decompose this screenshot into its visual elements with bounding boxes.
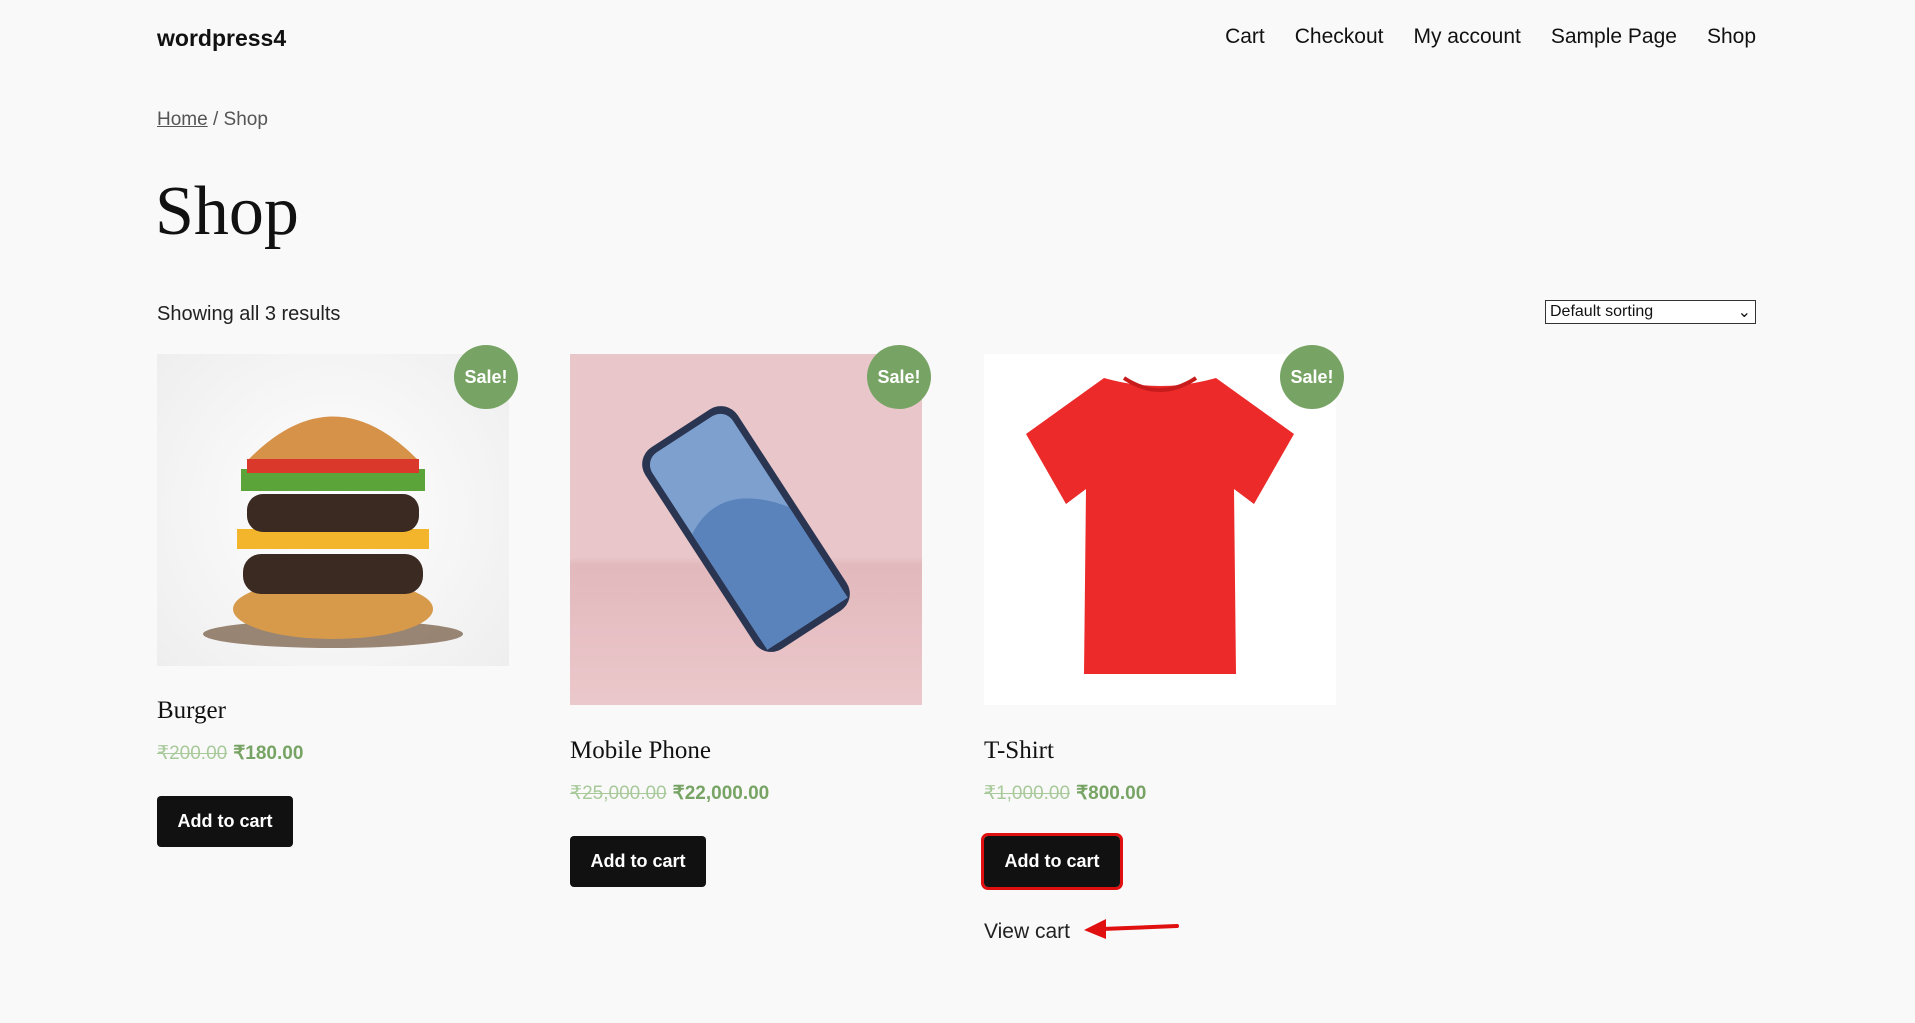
sale-price: ₹800.00 [1076, 783, 1147, 804]
breadcrumb-home[interactable]: Home [157, 109, 208, 130]
nav-checkout[interactable]: Checkout [1295, 25, 1384, 49]
breadcrumb-current: Shop [223, 109, 268, 130]
sale-badge: Sale! [1280, 345, 1344, 409]
nav-sample-page[interactable]: Sample Page [1551, 25, 1677, 49]
product-name[interactable]: Mobile Phone [570, 737, 711, 765]
nav-shop[interactable]: Shop [1707, 25, 1756, 49]
view-cart-link[interactable]: View cart [984, 920, 1070, 944]
chevron-down-icon: ⌄ [1737, 304, 1751, 321]
red-arrow-annotation [1084, 919, 1179, 939]
regular-price: ₹1,000.00 [984, 783, 1071, 804]
add-to-cart-button[interactable]: Add to cart [157, 796, 293, 847]
sale-price: ₹22,000.00 [672, 783, 770, 804]
site-title[interactable]: wordpress4 [157, 25, 286, 52]
sale-badge: Sale! [867, 345, 931, 409]
main-nav: Cart Checkout My account Sample Page Sho… [1225, 25, 1756, 49]
breadcrumb-separator: / [207, 109, 224, 130]
regular-price: ₹200.00 [157, 743, 228, 764]
nav-cart[interactable]: Cart [1225, 25, 1265, 49]
product-name[interactable]: Burger [157, 697, 226, 725]
sorting-selected: Default sorting [1550, 303, 1654, 320]
sale-badge: Sale! [454, 345, 518, 409]
result-count: Showing all 3 results [157, 303, 341, 325]
product-image-mobile-phone[interactable] [570, 354, 922, 705]
nav-my-account[interactable]: My account [1413, 25, 1520, 49]
page-title: Shop [155, 173, 299, 250]
breadcrumb: Home / Shop [157, 109, 268, 131]
add-to-cart-button[interactable]: Add to cart [570, 836, 706, 887]
product-image-burger[interactable] [157, 354, 509, 666]
regular-price: ₹25,000.00 [570, 783, 667, 804]
sale-price: ₹180.00 [233, 743, 304, 764]
phone-image [642, 406, 850, 652]
sorting-select[interactable]: Default sorting ⌄ [1545, 300, 1756, 324]
tshirt-image [1026, 376, 1294, 674]
product-name[interactable]: T-Shirt [984, 737, 1054, 765]
product-price: ₹1,000.00 ₹800.00 [984, 782, 1146, 805]
add-to-cart-button[interactable]: Add to cart [981, 833, 1123, 890]
product-image-t-shirt[interactable] [984, 354, 1336, 705]
product-price: ₹25,000.00 ₹22,000.00 [570, 782, 769, 805]
burger-image [203, 416, 463, 648]
product-price: ₹200.00 ₹180.00 [157, 742, 303, 765]
